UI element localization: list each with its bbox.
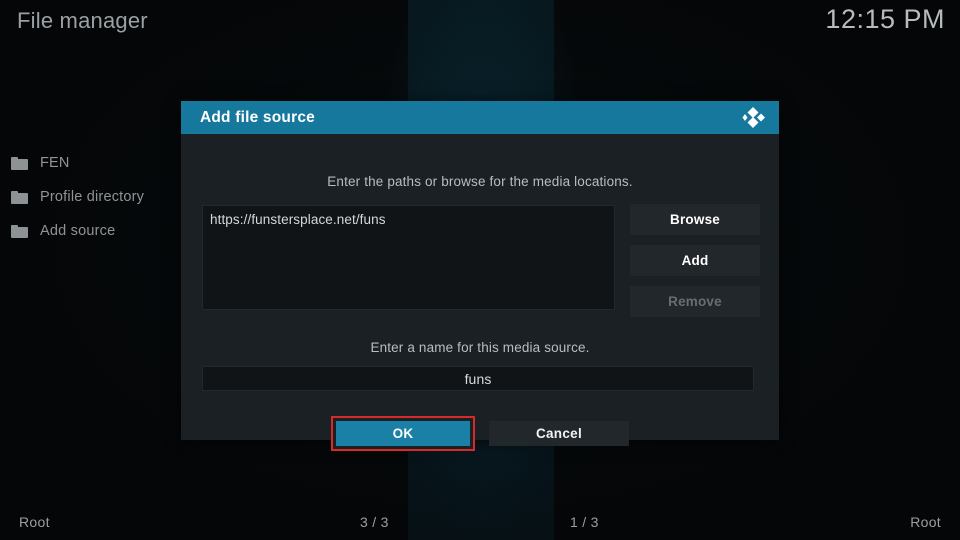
add-file-source-dialog: Add file source Enter the paths or brows… — [181, 101, 779, 451]
kodi-file-manager-screen: File manager 12:15 PM FEN Profile direct… — [0, 0, 960, 540]
name-hint-label: Enter a name for this media source. — [370, 340, 590, 355]
status-bar: Root 3 / 3 1 / 3 Root — [0, 504, 960, 540]
top-bar: File manager 12:15 PM — [0, 0, 960, 46]
ok-button[interactable]: OK — [336, 421, 470, 446]
path-list-item[interactable]: https://funstersplace.net/funs — [210, 212, 386, 227]
dialog-header: Add file source — [181, 101, 779, 134]
status-right-count: 1 / 3 — [570, 514, 599, 530]
folder-icon — [11, 190, 28, 204]
status-right-path: Root — [910, 514, 941, 530]
dialog-body: Enter the paths or browse for the media … — [181, 134, 779, 451]
add-button[interactable]: Add — [630, 245, 760, 276]
page-title: File manager — [17, 8, 148, 33]
source-name-input[interactable]: funs — [202, 366, 754, 391]
sidebar-item-label: FEN — [40, 155, 70, 171]
status-left-count: 3 / 3 — [360, 514, 389, 530]
path-list[interactable]: https://funstersplace.net/funs — [202, 205, 615, 310]
sidebar-item-profile-directory[interactable]: Profile directory — [0, 180, 182, 214]
folder-icon — [11, 156, 28, 170]
browse-button[interactable]: Browse — [630, 204, 760, 235]
clock-label: 12:15 PM — [825, 4, 945, 34]
dialog-action-row: OK Cancel — [181, 416, 779, 451]
sidebar-item-label: Profile directory — [40, 189, 145, 205]
folder-icon — [11, 224, 28, 238]
remove-button: Remove — [630, 286, 760, 317]
status-left-path: Root — [19, 514, 50, 530]
source-list: FEN Profile directory Add source — [0, 146, 182, 248]
kodi-logo-icon — [739, 104, 767, 131]
sidebar-item-label: Add source — [40, 223, 116, 239]
sidebar-item-fen[interactable]: FEN — [0, 146, 182, 180]
sidebar-item-add-source[interactable]: Add source — [0, 214, 182, 248]
source-name-value: funs — [464, 370, 492, 387]
paths-hint-label: Enter the paths or browse for the media … — [327, 174, 633, 189]
cancel-button[interactable]: Cancel — [489, 421, 629, 446]
path-action-buttons: Browse Add Remove — [630, 204, 760, 327]
ok-button-focus-ring: OK — [331, 416, 475, 451]
dialog-title: Add file source — [200, 108, 315, 126]
